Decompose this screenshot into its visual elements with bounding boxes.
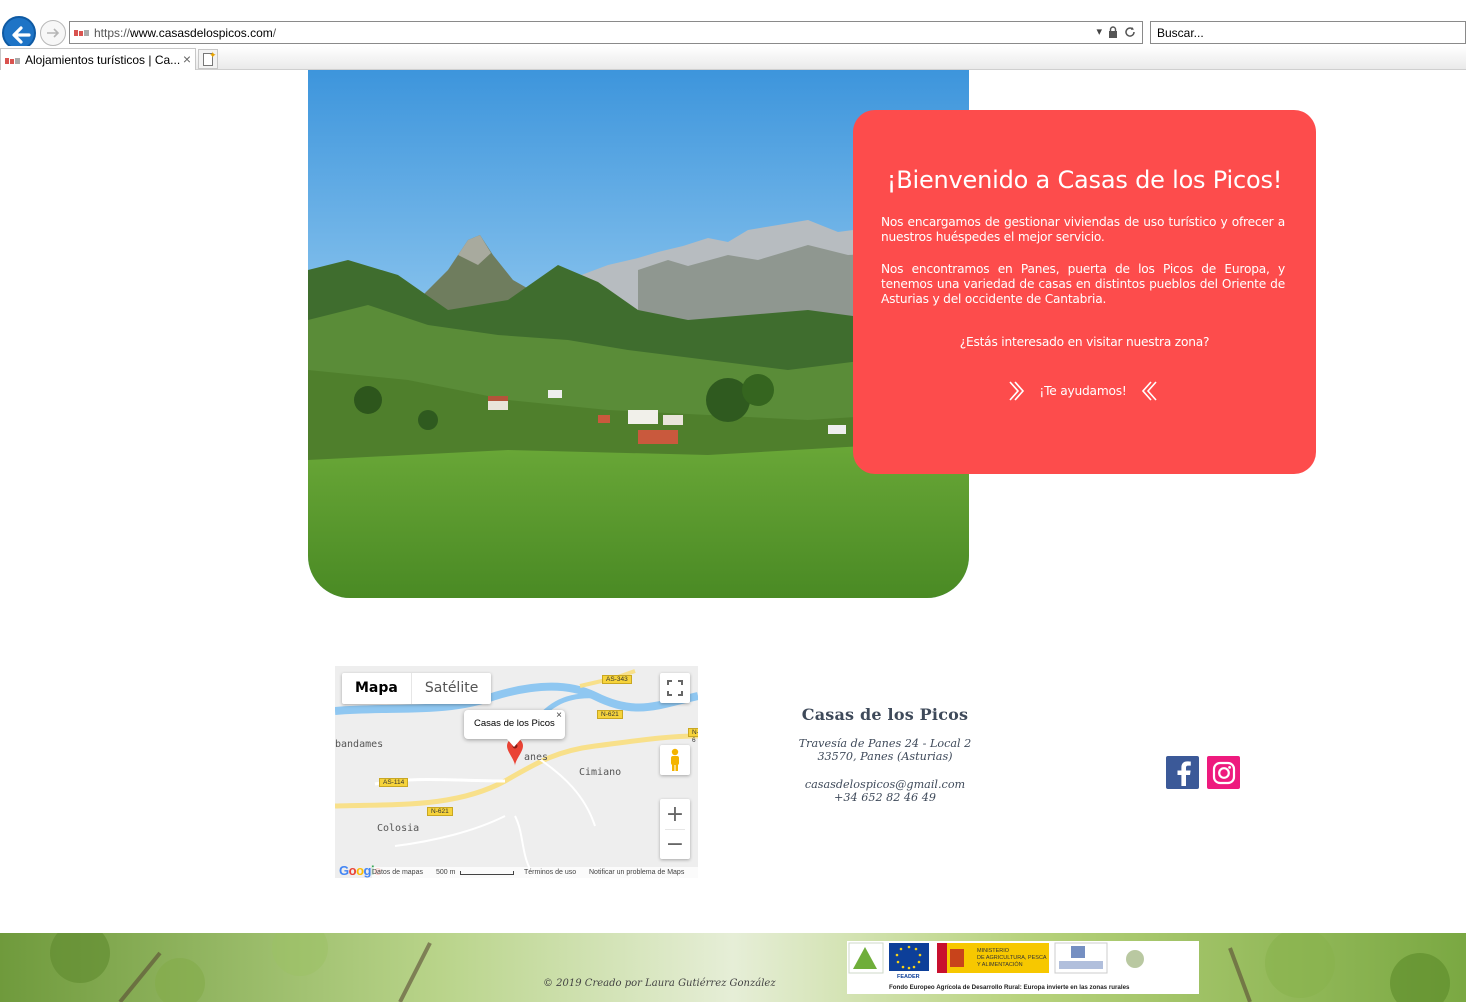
welcome-paragraph-2: Nos encontramos en Panes, puerta de los …	[881, 262, 1285, 306]
forward-button[interactable]	[40, 20, 66, 46]
dropdown-arrow-icon[interactable]: ▾	[1096, 25, 1102, 38]
copyright-text: © 2019 Creado por Laura Gutiérrez Gonzál…	[543, 978, 776, 989]
instagram-icon	[1212, 761, 1235, 784]
map-scale-bar	[460, 871, 514, 875]
facebook-link[interactable]	[1166, 756, 1199, 789]
footer-foliage-background	[0, 933, 1466, 1002]
instagram-link[interactable]	[1207, 756, 1240, 789]
chevrons-left-icon	[1141, 381, 1157, 401]
browser-toolbar: https://www.casasdelospicos.com/ ▾	[0, 0, 1466, 50]
fullscreen-icon	[667, 680, 683, 696]
ministerio-label-1: MINISTERIO	[977, 948, 1010, 954]
road-badge: N-6	[688, 728, 698, 744]
refresh-icon[interactable]	[1124, 26, 1136, 38]
road-badge: AS-114	[379, 778, 409, 787]
browser-search[interactable]	[1150, 21, 1466, 44]
contact-block: Casas de los Picos Travesía de Panes 24 …	[760, 705, 1010, 804]
map-place-label: anes	[524, 752, 549, 763]
map-type-map-button[interactable]: Mapa	[342, 673, 411, 704]
help-cta-label: ¡Te ayudamos!	[1039, 384, 1127, 398]
new-tab-star-icon: ✦	[209, 50, 217, 60]
funding-caption: Fondo Europeo Agrícola de Desarrollo Rur…	[889, 984, 1130, 991]
zoom-control: + −	[660, 799, 690, 859]
facebook-icon	[1177, 760, 1191, 786]
help-cta-link[interactable]: ¡Te ayudamos!	[1008, 378, 1158, 404]
new-tab-button[interactable]: ✦	[198, 49, 218, 69]
page-footer: © 2019 Creado por Laura Gutiérrez Gonzál…	[0, 933, 1466, 1002]
map-data-link[interactable]: Datos de mapas	[372, 869, 423, 876]
contact-address-line-1: Travesía de Panes 24 - Local 2	[798, 737, 972, 750]
site-favicon-icon	[74, 30, 89, 36]
welcome-heading: ¡Bienvenido a Casas de los Picos!	[886, 166, 1283, 194]
tab-active[interactable]: Alojamientos turísticos | Ca... ×	[0, 48, 196, 70]
funding-logos-strip: FEADER MINISTERIO DE AGRICULTURA, PESCA …	[848, 942, 1159, 980]
welcome-question: ¿Estás interesado en visitar nuestra zon…	[959, 335, 1210, 349]
map-scale-label[interactable]: 500 m	[436, 869, 455, 876]
url-scheme: https://	[94, 26, 131, 40]
feader-label: FEADER	[897, 974, 920, 980]
map-infowindow[interactable]: Casas de los Picos ×	[464, 710, 565, 747]
map-report-link[interactable]: Notificar un problema de Maps	[589, 869, 684, 876]
back-arrow-icon	[12, 26, 31, 44]
map-place-label: Colosia	[377, 823, 420, 834]
map-place-label: bandames	[335, 739, 384, 750]
address-bar[interactable]: https://www.casasdelospicos.com/ ▾	[69, 21, 1143, 44]
contact-email[interactable]: casasdelospicos@gmail.com	[760, 778, 1010, 791]
google-map[interactable]: AS-343 N-621 AS-114 N-621 N-6 bandames a…	[335, 666, 698, 878]
road-badge: AS-343	[602, 675, 632, 684]
contact-name: Casas de los Picos	[801, 705, 969, 724]
zoom-in-button[interactable]: +	[660, 799, 690, 829]
infowindow-title: Casas de los Picos	[474, 718, 555, 729]
ministerio-label-2: DE AGRICULTURA, PESCA	[977, 955, 1047, 961]
tab-bar: Alojamientos turísticos | Ca... × ✦	[0, 46, 1466, 70]
tab-favicon-icon	[5, 58, 20, 64]
welcome-card: ¡Bienvenido a Casas de los Picos! Nos en…	[853, 110, 1316, 474]
url-path: /	[272, 26, 277, 40]
map-type-satellite-button[interactable]: Satélite	[410, 673, 491, 704]
address-url: https://www.casasdelospicos.com/	[94, 26, 276, 40]
map-place-label: Cimiano	[579, 767, 622, 778]
map-type-control: Mapa Satélite	[342, 673, 492, 704]
search-input[interactable]	[1151, 22, 1465, 43]
infowindow-close-icon[interactable]: ×	[556, 710, 562, 721]
pegman-icon	[671, 748, 679, 771]
tab-title: Alojamientos turísticos | Ca...	[25, 53, 181, 67]
map-terms-link[interactable]: Términos de uso	[524, 869, 576, 876]
road-badge: N-621	[427, 807, 453, 816]
url-host: www.casasdelospicos.com	[130, 26, 273, 40]
welcome-paragraph-1: Nos encargamos de gestionar viviendas de…	[881, 215, 1285, 244]
street-view-button[interactable]	[660, 745, 690, 775]
tab-close-icon[interactable]: ×	[183, 51, 191, 67]
fullscreen-button[interactable]	[660, 673, 690, 703]
chevrons-right-icon	[1009, 381, 1025, 401]
funding-logos: FEADER MINISTERIO DE AGRICULTURA, PESCA …	[847, 941, 1199, 994]
road-badge: N-621	[597, 710, 623, 719]
zoom-out-button[interactable]: −	[660, 829, 690, 859]
ministerio-label-3: Y ALIMENTACIÓN	[977, 961, 1023, 968]
back-button[interactable]	[2, 16, 36, 50]
contact-address-line-2: 33570, Panes (Asturias)	[817, 750, 953, 763]
map-footer: Google Datos de mapas 500 m Términos de …	[335, 863, 698, 878]
forward-arrow-icon	[47, 28, 60, 38]
zoom-divider	[665, 829, 685, 830]
lock-icon[interactable]	[1108, 25, 1118, 38]
infowindow-tail	[507, 739, 521, 747]
contact-phone[interactable]: +34 652 82 46 49	[760, 791, 1010, 804]
